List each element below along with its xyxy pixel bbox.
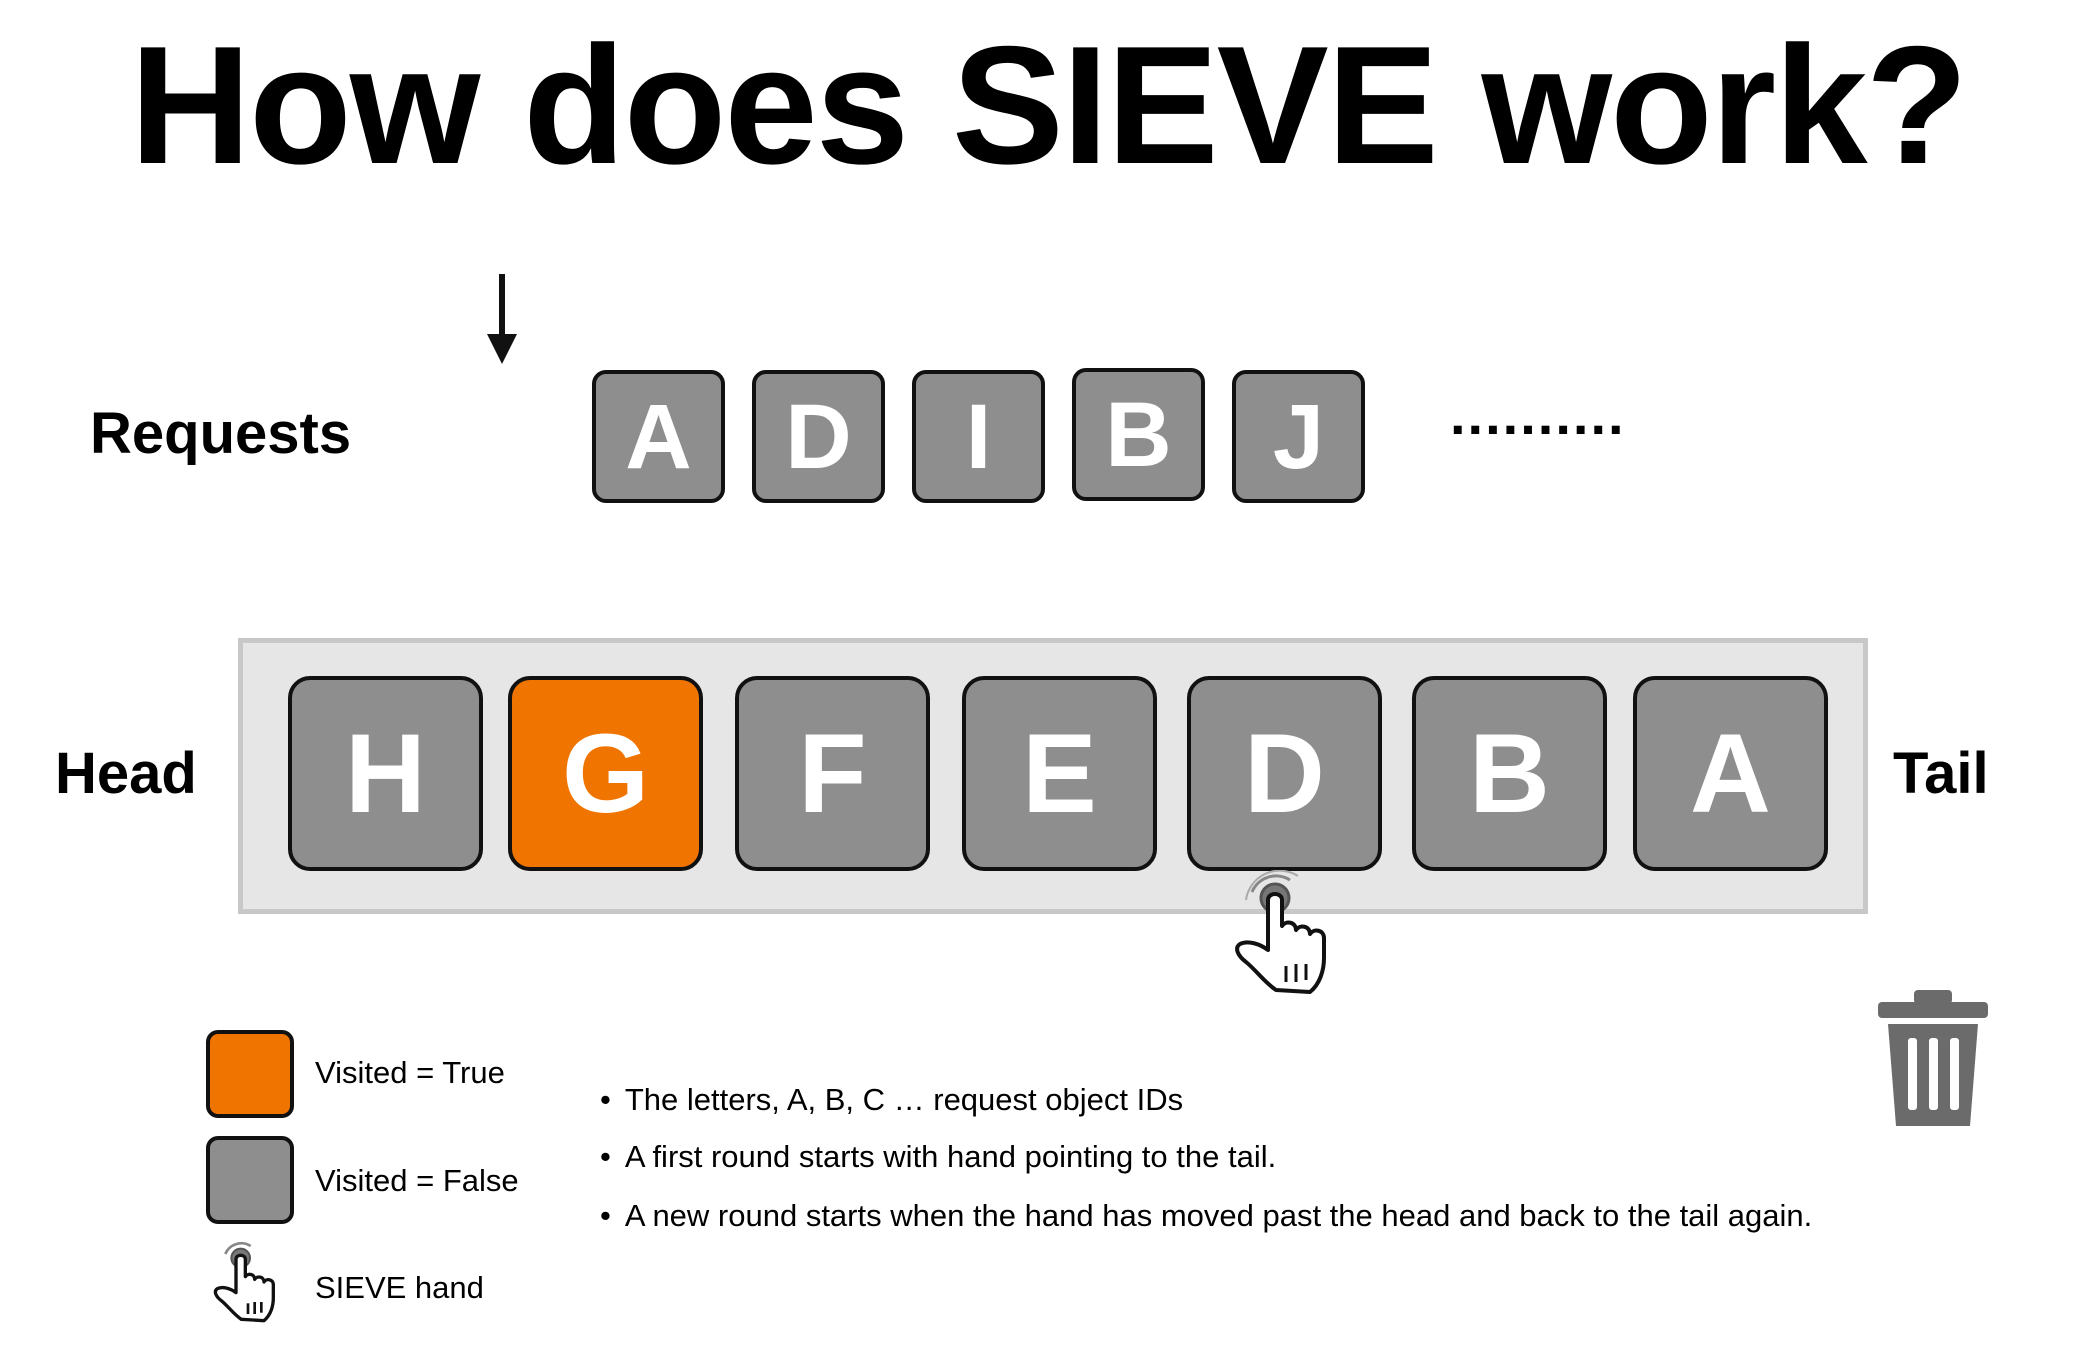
request-item: D [752, 370, 885, 503]
note-item: A first round starts with hand pointing … [600, 1139, 1276, 1175]
page-title: How does SIEVE work? [129, 11, 1968, 199]
pointing-hand-icon [1235, 870, 1326, 994]
legend-visited-true-label: Visited = True [315, 1055, 505, 1090]
requests-ellipsis: .......... [1450, 383, 1626, 446]
request-item: I [912, 370, 1045, 503]
request-item: B [1072, 368, 1205, 501]
cache-item-f: F [735, 676, 930, 871]
note-item: A new round starts when the hand has mov… [600, 1198, 1812, 1234]
legend-visited-true-swatch [206, 1030, 294, 1118]
note-item: The letters, A, B, C … request object ID… [600, 1082, 1183, 1118]
head-label: Head [55, 741, 197, 806]
requests-label: Requests [90, 401, 352, 466]
cache-item-b: B [1412, 676, 1607, 871]
cache-item-g: G [508, 676, 703, 871]
cache-item-d: D [1187, 676, 1382, 871]
tail-label: Tail [1893, 741, 1989, 806]
cache-item-a: A [1633, 676, 1828, 871]
cache-item-e: E [962, 676, 1157, 871]
legend-visited-false-label: Visited = False [315, 1163, 519, 1198]
cache-item-h: H [288, 676, 483, 871]
request-item: A [592, 370, 725, 503]
down-arrow-icon [487, 274, 517, 364]
trash-icon [1878, 990, 1988, 1126]
legend-hand-label: SIEVE hand [315, 1270, 484, 1305]
pointing-hand-icon [213, 1241, 275, 1323]
request-item: J [1232, 370, 1365, 503]
legend-visited-false-swatch [206, 1136, 294, 1224]
